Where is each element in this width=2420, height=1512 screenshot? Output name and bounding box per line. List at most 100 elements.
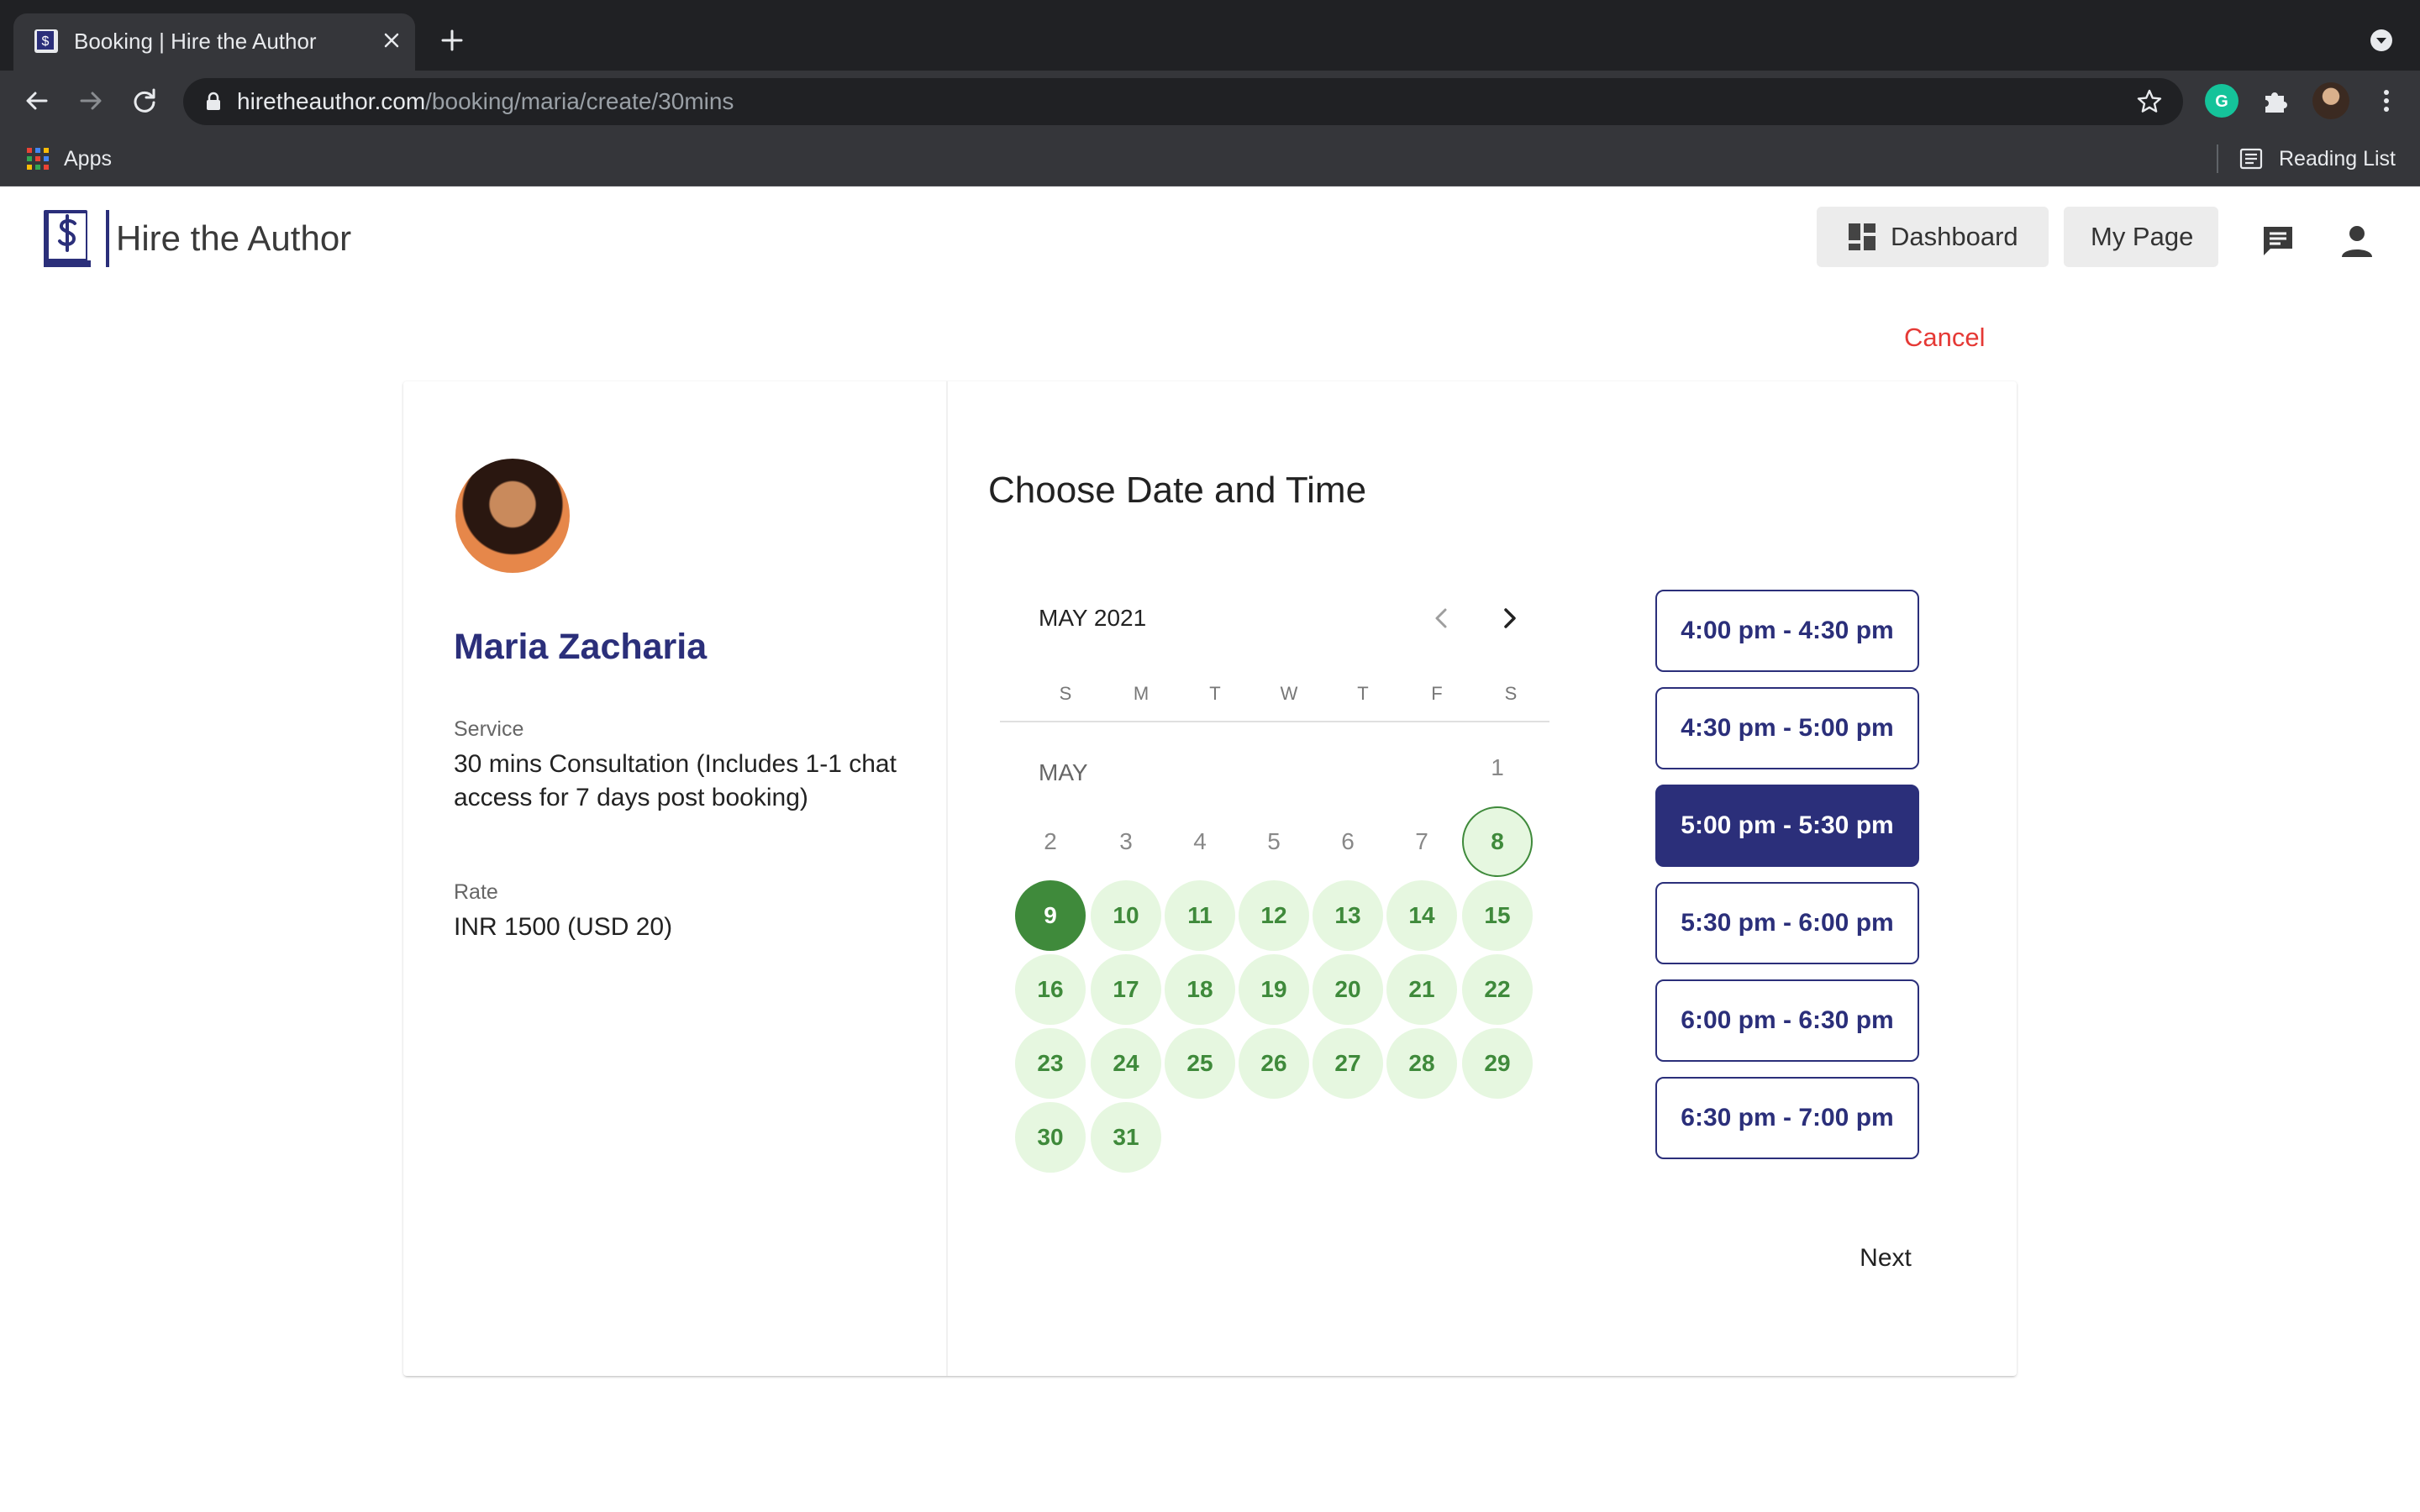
weekday-label: T xyxy=(1357,683,1369,704)
my-page-label: My Page xyxy=(2091,222,2194,251)
author-name: Maria Zacharia xyxy=(454,627,708,667)
service-label: Service xyxy=(454,717,524,741)
calendar-day: 1 xyxy=(1491,754,1504,780)
time-slot-button[interactable]: 4:30 pm - 5:00 pm xyxy=(1655,687,1919,769)
calendar-day[interactable]: 21 xyxy=(1386,954,1457,1025)
calendar-day[interactable]: 10 xyxy=(1091,880,1161,951)
dashboard-label: Dashboard xyxy=(1891,222,2018,251)
calendar-day[interactable]: 24 xyxy=(1091,1028,1161,1099)
calendar-day[interactable]: 19 xyxy=(1239,954,1309,1025)
calendar-day[interactable]: 27 xyxy=(1313,1028,1383,1099)
calendar-day[interactable]: 15 xyxy=(1462,880,1533,951)
logo-icon[interactable] xyxy=(42,208,94,269)
logo-divider xyxy=(106,210,109,267)
reading-list-button[interactable]: Reading List xyxy=(2279,144,2396,173)
weekday-label: S xyxy=(1059,683,1072,704)
time-slot-button[interactable]: 5:00 pm - 5:30 pm xyxy=(1655,785,1919,867)
cancel-button[interactable]: Cancel xyxy=(1904,321,1986,354)
calendar-day[interactable]: 13 xyxy=(1313,880,1383,951)
browser-tab[interactable]: $ Booking | Hire the Author xyxy=(13,13,415,71)
chat-icon[interactable] xyxy=(2260,223,2296,259)
weekday-label: F xyxy=(1431,683,1443,704)
reading-list-icon[interactable] xyxy=(2238,146,2264,171)
chevron-right-icon[interactable] xyxy=(1491,600,1528,637)
apps-grid-icon[interactable] xyxy=(25,146,50,171)
calendar-day: 3 xyxy=(1119,828,1133,854)
dashboard-button[interactable]: Dashboard xyxy=(1817,207,2049,267)
reload-icon[interactable] xyxy=(126,82,163,119)
bookmarks-bar: Apps Reading List xyxy=(0,131,2420,186)
booking-card: Maria Zacharia Service 30 mins Consultat… xyxy=(403,381,2017,1376)
tab-title: Booking | Hire the Author xyxy=(74,29,317,54)
lock-icon[interactable] xyxy=(202,90,225,113)
profile-avatar[interactable] xyxy=(2312,82,2349,119)
calendar-day[interactable]: 18 xyxy=(1165,954,1235,1025)
address-bar[interactable]: hiretheauthor.com/booking/maria/create/3… xyxy=(183,78,2183,125)
back-icon[interactable] xyxy=(18,82,55,119)
calendar-day[interactable]: 12 xyxy=(1239,880,1309,951)
url-host: hiretheauthor.com xyxy=(237,88,426,114)
card-divider xyxy=(946,381,948,1376)
calendar-month-label: MAY 2021 xyxy=(1039,605,1147,631)
choose-date-title: Choose Date and Time xyxy=(988,470,1367,511)
calendar-day[interactable]: 30 xyxy=(1015,1102,1086,1173)
brand-name[interactable]: Hire the Author xyxy=(116,215,351,262)
chevron-left-icon[interactable] xyxy=(1423,600,1460,637)
calendar-day[interactable]: 23 xyxy=(1015,1028,1086,1099)
svg-text:$: $ xyxy=(42,34,50,49)
time-slot-button[interactable]: 5:30 pm - 6:00 pm xyxy=(1655,882,1919,964)
forward-icon[interactable] xyxy=(72,82,109,119)
calendar-day[interactable]: 26 xyxy=(1239,1028,1309,1099)
calendar-day[interactable]: 22 xyxy=(1462,954,1533,1025)
tab-search-icon[interactable] xyxy=(2368,27,2395,54)
star-icon[interactable] xyxy=(2134,87,2165,117)
calendar-day[interactable]: 28 xyxy=(1386,1028,1457,1099)
time-slot-button[interactable]: 6:00 pm - 6:30 pm xyxy=(1655,979,1919,1062)
calendar-day[interactable]: 31 xyxy=(1091,1102,1161,1173)
rate-label: Rate xyxy=(454,880,498,904)
weekday-header: S M T W T F S xyxy=(1028,677,1647,711)
rate-value: INR 1500 (USD 20) xyxy=(454,913,673,941)
apps-bookmark[interactable]: Apps xyxy=(64,144,112,173)
browser-toolbar: hiretheauthor.com/booking/maria/create/3… xyxy=(0,71,2420,131)
calendar-day: 6 xyxy=(1341,828,1355,854)
favicon-icon: $ xyxy=(34,29,58,53)
calendar-day[interactable]: 11 xyxy=(1165,880,1235,951)
url-text[interactable]: hiretheauthor.com/booking/maria/create/3… xyxy=(237,88,734,115)
url-path: /booking/maria/create/30mins xyxy=(425,88,734,114)
calendar-day[interactable]: 14 xyxy=(1386,880,1457,951)
puzzle-icon[interactable] xyxy=(2259,84,2292,118)
close-icon[interactable] xyxy=(376,25,407,55)
weekday-label: S xyxy=(1504,683,1518,704)
calendar-day: 7 xyxy=(1415,828,1428,854)
dashboard-icon xyxy=(1849,223,1876,250)
calendar-day[interactable]: 29 xyxy=(1462,1028,1533,1099)
calendar-day[interactable]: 17 xyxy=(1091,954,1161,1025)
plus-icon[interactable] xyxy=(437,25,467,55)
weekday-label: M xyxy=(1133,683,1150,704)
service-value: 30 mins Consultation (Includes 1-1 chat … xyxy=(454,750,897,811)
weekday-label: T xyxy=(1209,683,1221,704)
calendar-day[interactable]: 8 xyxy=(1462,806,1533,877)
time-slot-button[interactable]: 6:30 pm - 7:00 pm xyxy=(1655,1077,1919,1159)
my-page-button[interactable]: My Page xyxy=(2064,207,2218,267)
calendar-divider xyxy=(1000,721,1549,722)
user-icon[interactable] xyxy=(2339,223,2375,259)
calendar-month-row-label: MAY xyxy=(1039,759,1088,785)
calendar-day[interactable]: 25 xyxy=(1165,1028,1235,1099)
grammarly-icon[interactable]: G xyxy=(2205,84,2238,118)
next-button[interactable]: Next xyxy=(1845,1238,1926,1278)
more-icon[interactable] xyxy=(2370,84,2403,118)
bookmarks-divider xyxy=(2217,144,2218,173)
calendar-day[interactable]: 20 xyxy=(1313,954,1383,1025)
time-slot-button[interactable]: 4:00 pm - 4:30 pm xyxy=(1655,590,1919,672)
author-avatar xyxy=(455,459,570,573)
calendar-day: 5 xyxy=(1267,828,1281,854)
svg-text:G: G xyxy=(2215,92,2228,111)
weekday-label: W xyxy=(1280,683,1298,704)
calendar-day[interactable]: 16 xyxy=(1015,954,1086,1025)
browser-tabstrip: $ Booking | Hire the Author xyxy=(0,0,2420,71)
calendar-day[interactable]: 9 xyxy=(1015,880,1086,951)
calendar-day: 2 xyxy=(1044,828,1057,854)
calendar-day: 4 xyxy=(1193,828,1207,854)
